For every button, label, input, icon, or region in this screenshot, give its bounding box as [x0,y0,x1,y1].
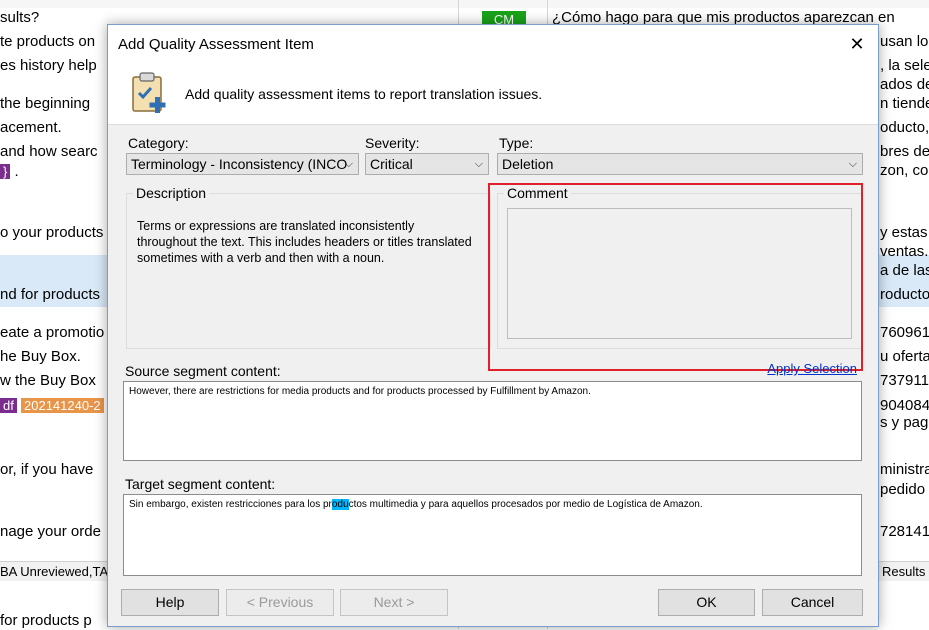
chevron-down-icon: ⌵ [344,158,353,170]
bg-target-line[interactable]: 737911 [880,372,929,390]
dialog-title: Add Quality Assessment Item [118,36,314,53]
target-text-before: Sin embargo, existen restricciones para … [129,499,332,510]
highlight-annotation [488,183,863,371]
bg-tag-row: df 202141240-2 [0,397,104,415]
cancel-button[interactable]: Cancel [762,589,863,616]
category-label: Category: [128,135,189,151]
description-label: Description [133,185,210,201]
type-select[interactable]: Deletion ⌵ [497,153,863,175]
description-text: Terms or expressions are translated inco… [137,219,472,265]
apply-selection-link[interactable]: Apply Selection [767,361,857,376]
bg-target-line[interactable]: y estas [880,224,928,242]
bg-source-line[interactable]: or, if you have [0,461,93,479]
chevron-down-icon: ⌵ [474,158,483,170]
bg-source-line[interactable]: nd for products [0,286,100,304]
status-right[interactable]: Results [882,562,925,581]
clipboard-add-icon [132,72,166,113]
target-text-after: ctos multimedia y para aquellos procesad… [348,499,703,510]
bg-target-line[interactable]: 904084 [880,397,929,415]
category-value: Terminology - Inconsistency (INCO [131,156,348,172]
bg-target-line[interactable]: zon, co [880,162,928,180]
severity-label: Severity: [365,135,420,151]
target-label: Target segment content: [125,476,276,492]
bg-target-line[interactable]: ados de [880,76,929,94]
description-group: Description Terms or expressions are tra… [126,185,491,349]
bg-source-line[interactable]: o your products [0,224,103,242]
chevron-down-icon: ⌵ [848,158,857,170]
bg-target-line[interactable]: 760961 [880,324,929,342]
target-segment-box[interactable]: Sin embargo, existen restricciones para … [123,494,862,576]
bg-target-line[interactable]: s y pag [880,414,928,432]
bg-target-line[interactable]: ventas. [880,243,928,261]
bg-target-line[interactable]: pedido [880,481,925,499]
bg-target-line[interactable]: roducto [880,286,929,304]
previous-button[interactable]: < Previous [226,589,334,616]
bg-source-line[interactable]: nage your orde [0,523,101,541]
category-select[interactable]: Terminology - Inconsistency (INCO ⌵ [126,153,359,175]
bg-source-line[interactable]: the beginning [0,95,90,113]
add-qa-item-dialog: Add Quality Assessment Item ✕ Add qualit… [107,24,879,627]
bg-source-line[interactable]: te products on [0,33,95,51]
source-segment-box[interactable]: However, there are restrictions for medi… [123,381,862,461]
severity-value: Critical [370,156,413,172]
bg-target-line[interactable]: u oferta [880,348,929,366]
bg-target-line[interactable]: usan lo [880,33,928,51]
type-value: Deletion [502,156,554,172]
dialog-header: Add quality assessment items to report t… [108,63,878,125]
bg-tag: df [0,398,17,413]
type-label: Type: [499,135,534,151]
help-button[interactable]: Help [121,589,219,616]
bg-source-line[interactable]: for products p [0,612,92,630]
header-description: Add quality assessment items to report t… [185,86,543,102]
bg-source-line[interactable]: acement. [0,119,62,137]
bg-source-line[interactable]: and how searc [0,143,98,161]
bg-target-line[interactable]: bres de [880,143,929,161]
bg-target-line[interactable]: ministra [880,461,929,479]
close-icon[interactable]: ✕ [844,32,870,56]
bg-tag: 202141240-2 [21,398,104,413]
bg-source-line[interactable]: eate a promotio [0,324,104,342]
ok-button[interactable]: OK [658,589,755,616]
dialog-titlebar[interactable]: Add Quality Assessment Item ✕ [108,25,878,63]
bg-tag-row: } . [0,163,19,181]
bg-target-line[interactable]: , la sele [880,57,929,75]
bg-source-line[interactable]: he Buy Box. [0,348,81,366]
target-text-selected[interactable]: odu [331,499,349,510]
bg-band [0,0,929,8]
bg-target-line[interactable]: a de las [880,262,929,280]
bg-target-line[interactable]: oducto, [880,119,929,137]
status-left: BA Unreviewed,TA [0,564,109,579]
severity-select[interactable]: Critical ⌵ [365,153,489,175]
bg-source-line[interactable]: sults? [0,9,39,27]
bg-tag: } [0,164,11,179]
bg-source-line[interactable]: w the Buy Box [0,372,96,390]
source-label: Source segment content: [125,363,281,379]
source-text: However, there are restrictions for medi… [129,386,591,397]
bg-target-line[interactable]: n tiende [880,95,929,113]
next-button[interactable]: Next > [340,589,448,616]
bg-target-line[interactable]: 728141 [880,523,929,541]
bg-source-line[interactable]: es history help [0,57,97,75]
